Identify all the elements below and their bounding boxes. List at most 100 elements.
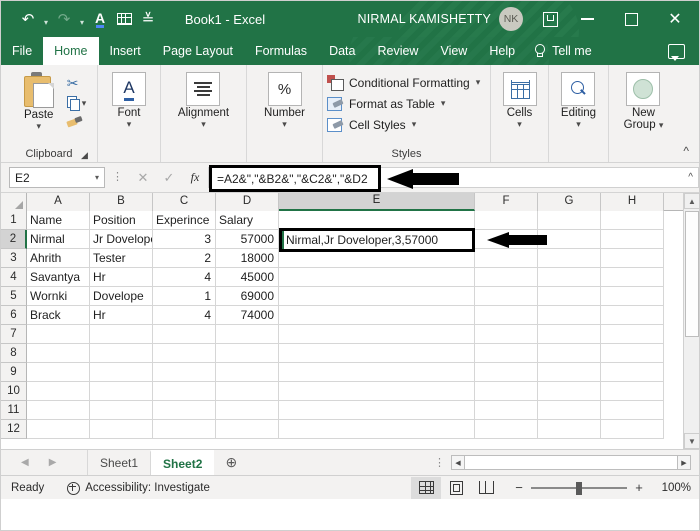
cell-a1[interactable]: Name	[27, 211, 90, 230]
cell-a7[interactable]	[27, 325, 90, 344]
format-as-table-dropdown-icon[interactable]: ▾	[441, 98, 446, 109]
cell-d6[interactable]: 74000	[216, 306, 279, 325]
expand-formula-bar-icon[interactable]: ^	[688, 172, 693, 183]
cell-e4[interactable]	[279, 268, 475, 287]
cell-b3[interactable]: Tester	[90, 249, 153, 268]
row-header-7[interactable]: 7	[1, 325, 27, 344]
cell-h10[interactable]	[601, 382, 664, 401]
cell-a12[interactable]	[27, 420, 90, 439]
zoom-control[interactable]: − + 100%	[501, 480, 691, 495]
scroll-right-icon[interactable]: ▶	[677, 455, 691, 470]
formula-input[interactable]: =A2&","&B2&","&C2&","&D2	[209, 165, 381, 192]
row-header-2[interactable]: 2	[1, 230, 27, 249]
close-button[interactable]: ✕	[653, 3, 697, 35]
zoom-out-icon[interactable]: −	[513, 480, 525, 495]
next-sheet-icon[interactable]: ▶	[49, 457, 57, 468]
cell-h4[interactable]	[601, 268, 664, 287]
row-header-6[interactable]: 6	[1, 306, 27, 325]
ribbon-group-alignment[interactable]: Alignment ▾	[160, 65, 246, 162]
cell-h5[interactable]	[601, 287, 664, 306]
tab-help[interactable]: Help	[478, 37, 526, 65]
cell-f1[interactable]	[475, 211, 538, 230]
font-color-icon[interactable]: A	[89, 7, 111, 31]
cell-b8[interactable]	[90, 344, 153, 363]
cell-g8[interactable]	[538, 344, 601, 363]
cell-h9[interactable]	[601, 363, 664, 382]
cancel-formula-button[interactable]: ✕	[130, 167, 156, 188]
cell-styles-dropdown-icon[interactable]: ▾	[412, 119, 417, 130]
cell-e7[interactable]	[279, 325, 475, 344]
normal-view-button[interactable]	[411, 476, 441, 499]
cell-g7[interactable]	[538, 325, 601, 344]
cell-b1[interactable]: Position	[90, 211, 153, 230]
cell-f9[interactable]	[475, 363, 538, 382]
scroll-up-icon[interactable]: ▲	[684, 193, 700, 209]
cell-e12[interactable]	[279, 420, 475, 439]
cell-h8[interactable]	[601, 344, 664, 363]
alignment-dropdown-icon[interactable]: ▾	[201, 120, 206, 129]
cell-c1[interactable]: Experince	[153, 211, 216, 230]
cell-h2[interactable]	[601, 230, 664, 249]
tab-file[interactable]: File	[1, 37, 43, 65]
column-header-f[interactable]: F	[475, 193, 538, 211]
insert-function-button[interactable]: fx	[182, 167, 208, 188]
cell-d2[interactable]: 57000	[216, 230, 279, 249]
cell-d8[interactable]	[216, 344, 279, 363]
cell-e6[interactable]	[279, 306, 475, 325]
tab-data[interactable]: Data	[318, 37, 366, 65]
cell-f11[interactable]	[475, 401, 538, 420]
minimize-button[interactable]	[565, 3, 609, 35]
format-as-table-button[interactable]: Format as Table ▾	[327, 96, 480, 111]
column-header-a[interactable]: A	[27, 193, 90, 211]
cell-c12[interactable]	[153, 420, 216, 439]
horizontal-scrollbar[interactable]: ◀ ▶	[451, 450, 699, 475]
cell-d9[interactable]	[216, 363, 279, 382]
cell-c7[interactable]	[153, 325, 216, 344]
cell-c6[interactable]: 4	[153, 306, 216, 325]
paste-button[interactable]: Paste ▾	[12, 72, 66, 131]
cell-f10[interactable]	[475, 382, 538, 401]
ribbon-group-editing[interactable]: Editing ▾	[548, 65, 608, 162]
cell-g6[interactable]	[538, 306, 601, 325]
cell-c5[interactable]: 1	[153, 287, 216, 306]
cell-e5[interactable]	[279, 287, 475, 306]
cell-f3[interactable]	[475, 249, 538, 268]
font-dropdown-icon[interactable]: ▾	[127, 120, 132, 129]
zoom-level[interactable]: 100%	[651, 482, 691, 494]
cell-f8[interactable]	[475, 344, 538, 363]
cell-b12[interactable]	[90, 420, 153, 439]
cell-g3[interactable]	[538, 249, 601, 268]
cell-d4[interactable]: 45000	[216, 268, 279, 287]
cell-g5[interactable]	[538, 287, 601, 306]
cell-b4[interactable]: Hr	[90, 268, 153, 287]
tab-view[interactable]: View	[429, 37, 478, 65]
row-header-11[interactable]: 11	[1, 401, 27, 420]
cell-c11[interactable]	[153, 401, 216, 420]
cell-c10[interactable]	[153, 382, 216, 401]
ribbon-group-new-group[interactable]: New Group ▾	[608, 65, 678, 162]
cell-c3[interactable]: 2	[153, 249, 216, 268]
cell-h6[interactable]	[601, 306, 664, 325]
cell-b6[interactable]: Hr	[90, 306, 153, 325]
tell-me-search[interactable]: Tell me	[526, 37, 592, 65]
cell-f7[interactable]	[475, 325, 538, 344]
maximize-button[interactable]	[609, 3, 653, 35]
ribbon-display-options-icon[interactable]	[535, 5, 565, 33]
row-header-12[interactable]: 12	[1, 420, 27, 439]
cell-f12[interactable]	[475, 420, 538, 439]
page-break-view-button[interactable]	[471, 477, 501, 499]
redo-icon[interactable]: ↷	[53, 7, 75, 31]
paste-dropdown-icon[interactable]: ▾	[36, 122, 41, 131]
name-box-dropdown-icon[interactable]: ▾	[95, 173, 99, 182]
row-header-4[interactable]: 4	[1, 268, 27, 287]
format-painter-button[interactable]	[67, 115, 87, 130]
undo-icon[interactable]: ↶	[17, 7, 39, 31]
cell-d11[interactable]	[216, 401, 279, 420]
cell-d3[interactable]: 18000	[216, 249, 279, 268]
number-dropdown-icon[interactable]: ▾	[282, 120, 287, 129]
select-all-corner[interactable]	[1, 193, 27, 211]
scroll-left-icon[interactable]: ◀	[451, 455, 465, 470]
cell-d12[interactable]	[216, 420, 279, 439]
ribbon-group-cells[interactable]: Cells ▾	[490, 65, 548, 162]
comments-icon[interactable]	[668, 37, 699, 65]
